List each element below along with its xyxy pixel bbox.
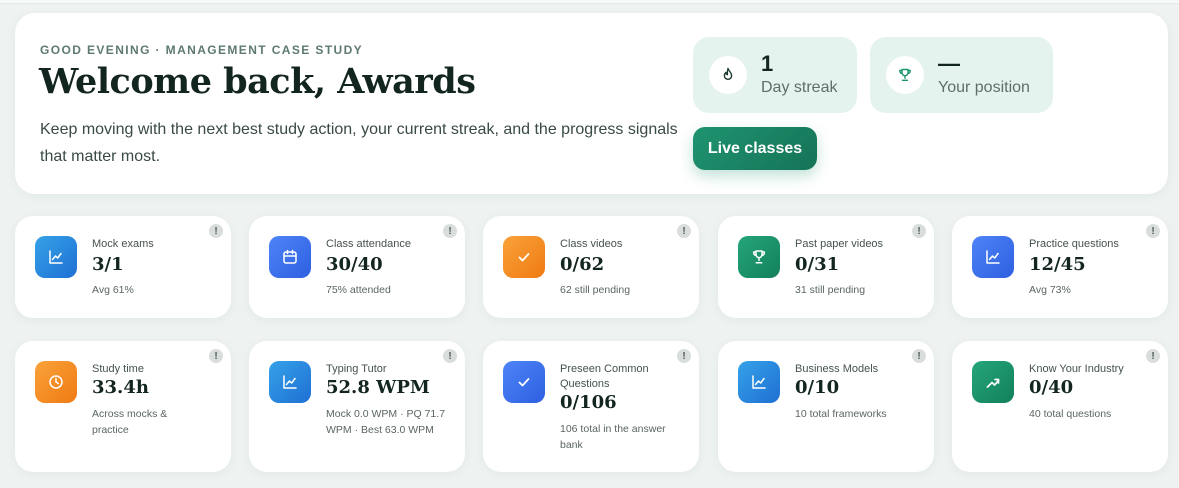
card-title: Past paper videos — [795, 238, 884, 250]
trophy-icon — [738, 236, 780, 278]
card-value: 0/106 — [560, 392, 617, 413]
info-icon[interactable]: ! — [443, 349, 457, 363]
info-icon[interactable]: ! — [912, 224, 926, 238]
card-note: 31 still pending — [795, 284, 866, 296]
info-icon[interactable]: ! — [209, 224, 223, 238]
position-label: Your position — [938, 79, 1030, 96]
card-value: 3/1 — [92, 254, 124, 275]
card-note: 75% attended — [326, 284, 391, 296]
card-title: Class videos — [560, 238, 623, 250]
chart-line-icon — [972, 236, 1014, 278]
card-value: 0/10 — [795, 377, 840, 398]
chart-line-icon — [738, 361, 780, 403]
hero-subtitle: Keep moving with the next best study act… — [40, 121, 678, 165]
card-title: Typing Tutor — [326, 363, 387, 375]
stat-card-class-videos[interactable]: ! Class videos 0/62 62 still pending — [483, 216, 699, 318]
calendar-icon — [269, 236, 311, 278]
card-value: 0/31 — [795, 254, 840, 275]
info-icon[interactable]: ! — [677, 224, 691, 238]
top-border — [0, 0, 1179, 4]
stat-card-business-models[interactable]: ! Business Models 0/10 10 total framewor… — [718, 341, 934, 472]
stat-card-past-paper-videos[interactable]: ! Past paper videos 0/31 31 still pendin… — [718, 216, 934, 318]
clock-icon — [35, 361, 77, 403]
card-value: 0/40 — [1029, 377, 1074, 398]
stat-card-preseen-common-questions[interactable]: ! Preseen Common Questions 0/106 106 tot… — [483, 341, 699, 472]
check-icon — [503, 236, 545, 278]
card-note: Across mocks & practice — [92, 408, 168, 436]
position-value: — — [938, 51, 960, 76]
card-note: 62 still pending — [560, 284, 631, 296]
card-value: 12/45 — [1029, 254, 1086, 275]
card-title: Preseen Common Questions — [560, 363, 649, 390]
check-icon — [503, 361, 545, 403]
welcome-hero: GOOD EVENING · MANAGEMENT CASE STUDY Wel… — [15, 13, 1168, 194]
info-icon[interactable]: ! — [912, 349, 926, 363]
stat-card-class-attendance[interactable]: ! Class attendance 30/40 75% attended — [249, 216, 465, 318]
streak-label: Day streak — [761, 79, 838, 96]
card-value: 0/62 — [560, 254, 605, 275]
card-note: 10 total frameworks — [795, 408, 887, 420]
card-title: Business Models — [795, 363, 879, 375]
card-note: Mock 0.0 WPM · PQ 71.7 WPM · Best 63.0 W… — [326, 408, 446, 436]
card-value: 33.4h — [92, 377, 149, 398]
card-title: Know Your Industry — [1029, 363, 1124, 375]
stat-card-mock-exams[interactable]: ! Mock exams 3/1 Avg 61% — [15, 216, 231, 318]
chart-line-icon — [269, 361, 311, 403]
info-icon[interactable]: ! — [209, 349, 223, 363]
info-icon[interactable]: ! — [1146, 349, 1160, 363]
card-note: 106 total in the answer bank — [560, 423, 666, 451]
info-icon[interactable]: ! — [443, 224, 457, 238]
info-icon[interactable]: ! — [677, 349, 691, 363]
card-note: 40 total questions — [1029, 408, 1112, 420]
chart-line-icon — [35, 236, 77, 278]
stat-card-study-time[interactable]: ! Study time 33.4h Across mocks & practi… — [15, 341, 231, 472]
card-title: Study time — [92, 363, 144, 375]
card-value: 30/40 — [326, 254, 383, 275]
greeting-eyebrow: GOOD EVENING · MANAGEMENT CASE STUDY — [40, 43, 364, 57]
stat-card-know-your-industry[interactable]: ! Know Your Industry 0/40 40 total quest… — [952, 341, 1168, 472]
stat-card-typing-tutor[interactable]: ! Typing Tutor 52.8 WPM Mock 0.0 WPM · P… — [249, 341, 465, 472]
card-title: Class attendance — [326, 238, 411, 250]
page-title: Welcome back, Awards — [39, 61, 476, 102]
stat-card-practice-questions[interactable]: ! Practice questions 12/45 Avg 73% — [952, 216, 1168, 318]
info-icon[interactable]: ! — [1146, 224, 1160, 238]
card-value: 52.8 WPM — [326, 377, 430, 398]
trend-up-icon — [972, 361, 1014, 403]
flame-icon — [709, 56, 747, 94]
position-stat: — Your position — [870, 37, 1053, 113]
trophy-icon — [886, 56, 924, 94]
card-note: Avg 61% — [92, 284, 134, 296]
card-title: Practice questions — [1029, 238, 1119, 250]
live-classes-button[interactable]: Live classes — [693, 127, 817, 170]
card-title: Mock exams — [92, 238, 154, 250]
streak-value: 1 — [761, 51, 774, 76]
card-note: Avg 73% — [1029, 284, 1071, 296]
streak-stat: 1 Day streak — [693, 37, 857, 113]
